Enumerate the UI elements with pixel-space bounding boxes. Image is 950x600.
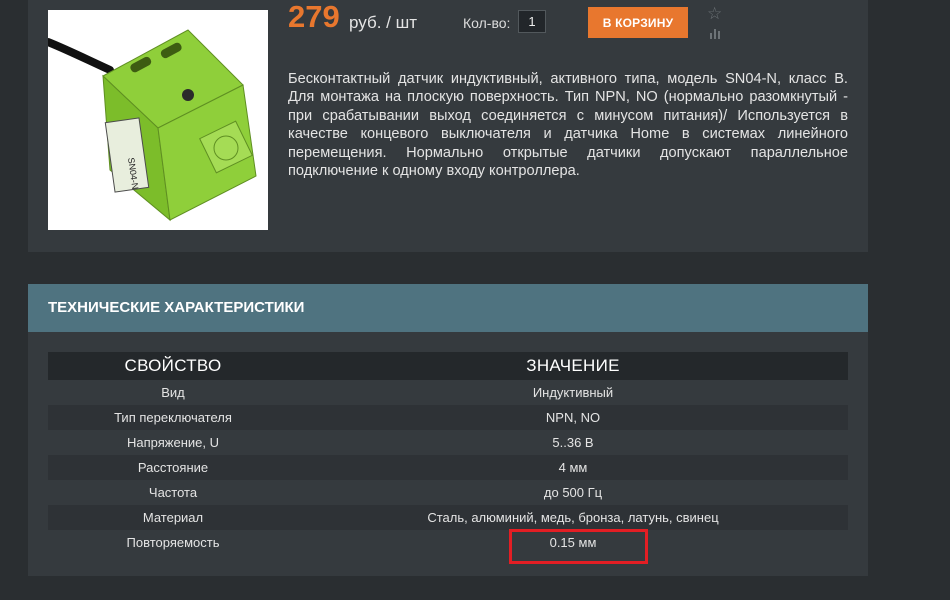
product-description: Бесконтактный датчик индуктивный, активн… — [288, 71, 848, 180]
spec-property: Повторяемость — [48, 530, 298, 555]
table-row: Частота до 500 Гц — [48, 480, 848, 505]
specs-title: ТЕХНИЧЕСКИЕ ХАРАКТЕРИСТИКИ — [48, 299, 305, 316]
specs-table-header: Свойство Значение — [48, 352, 848, 380]
spec-value: 5..36 В — [298, 430, 848, 455]
spec-property: Напряжение, U — [48, 430, 298, 455]
product-image[interactable]: SN04-N — [44, 10, 268, 230]
table-row: Повторяемость 0.15 мм — [48, 530, 848, 555]
spec-value: до 500 Гц — [298, 480, 848, 505]
table-row: Тип переключателя NPN, NO — [48, 405, 848, 430]
column-header-value: Значение — [298, 352, 848, 380]
specs-table: Свойство Значение Вид Индуктивный Тип пе… — [48, 352, 848, 555]
quantity-label: Кол-во: — [463, 15, 511, 31]
spec-value: NPN, NO — [298, 405, 848, 430]
table-row: Расстояние 4 мм — [48, 455, 848, 480]
column-header-property: Свойство — [48, 352, 298, 380]
spec-value: 4 мм — [298, 455, 848, 480]
spec-property: Материал — [48, 505, 298, 530]
table-row: Вид Индуктивный — [48, 380, 848, 405]
spec-property: Частота — [48, 480, 298, 505]
spec-property: Расстояние — [48, 455, 298, 480]
table-row: Материал Сталь, алюминий, медь, бронза, … — [48, 505, 848, 530]
sensor-image-graphic: SN04-N — [44, 29, 257, 222]
add-to-cart-button[interactable]: В КОРЗИНУ — [588, 7, 688, 38]
table-row: Напряжение, U 5..36 В — [48, 430, 848, 455]
price-unit: руб. / шт — [349, 13, 418, 32]
highlight-box — [509, 529, 648, 564]
spec-value: Сталь, алюминий, медь, бронза, латунь, с… — [298, 505, 848, 530]
star-icon[interactable]: ☆ — [707, 5, 722, 23]
spec-property: Тип переключателя — [48, 405, 298, 430]
spec-value: Индуктивный — [298, 380, 848, 405]
bar-chart-icon[interactable] — [709, 27, 723, 39]
price-value: 279 — [288, 0, 340, 34]
spec-property: Вид — [48, 380, 298, 405]
quantity-input[interactable] — [518, 10, 546, 33]
